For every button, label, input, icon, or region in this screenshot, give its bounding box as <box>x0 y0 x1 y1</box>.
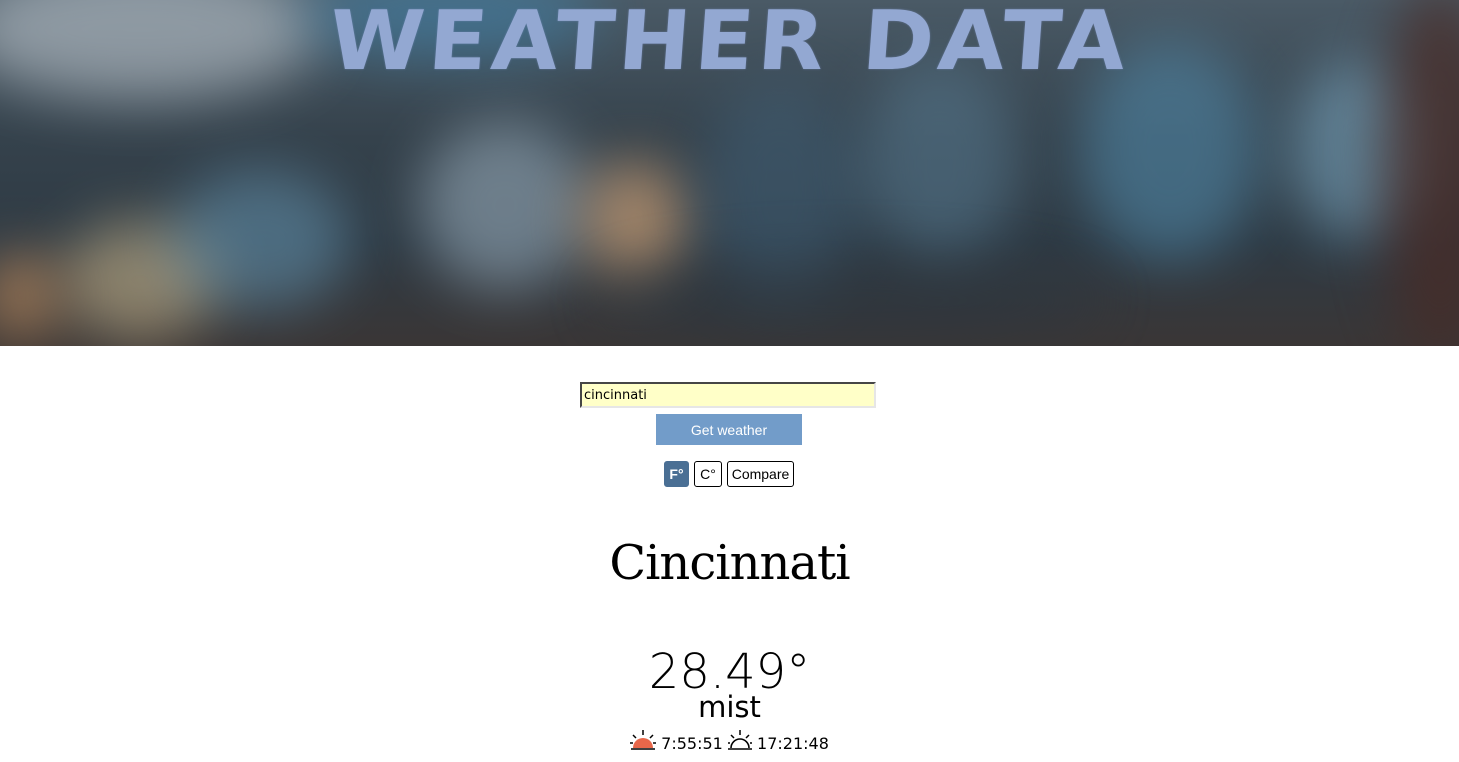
city-search-input[interactable] <box>580 382 876 408</box>
sunset-time: 17:21:48 <box>757 734 829 753</box>
celsius-button[interactable]: C° <box>694 461 722 487</box>
compare-button[interactable]: Compare <box>727 461 794 487</box>
sunrise-icon <box>630 730 661 753</box>
sunrise-time: 7:55:51 <box>661 734 723 753</box>
sunset-icon <box>723 730 757 753</box>
city-name: Cincinnati <box>609 535 850 591</box>
fahrenheit-button[interactable]: F° <box>664 461 689 487</box>
sun-times: 7:55:51 17:21:48 <box>0 729 1459 753</box>
get-weather-button[interactable]: Get weather <box>656 414 802 445</box>
app-title: WEATHER DATA <box>325 0 1134 89</box>
hero-banner: WEATHER DATA <box>0 0 1459 346</box>
weather-description: mist <box>698 690 761 724</box>
